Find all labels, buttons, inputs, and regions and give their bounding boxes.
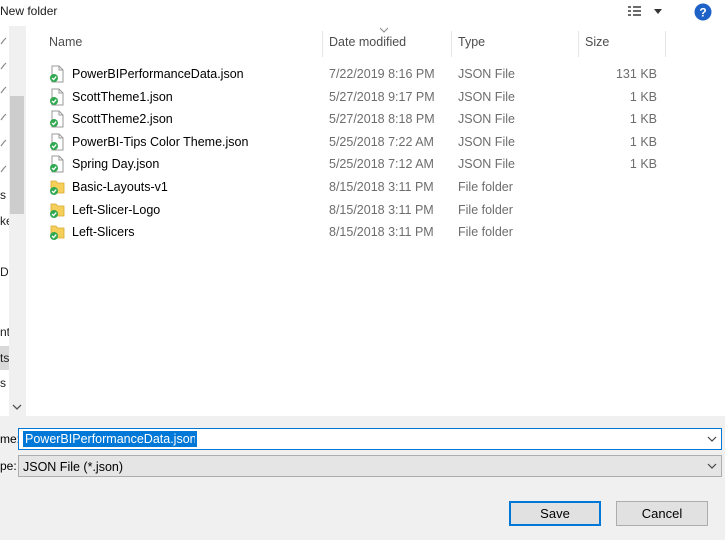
file-date-modified: 7/22/2019 8:16 PM [329,67,435,81]
file-name: Spring Day.json [72,157,160,172]
file-date-modified: 5/25/2018 7:22 AM [329,134,434,149]
nav-item[interactable]: s [0,376,6,390]
list-item[interactable]: Basic-Layouts-v1 8/15/2018 3:11 PM File fo… [44,176,684,198]
details-view-icon[interactable] [624,3,668,21]
pin-icon [0,37,7,45]
file-date-modified: 5/25/2018 7:12 AM [329,157,434,172]
file-size: 1 KB [629,134,657,149]
svg-text:?: ? [699,6,706,20]
json-file-icon [50,133,64,151]
file-date-modified: 5/27/2018 8:18 PM [329,112,435,127]
file-name: Left-Slicers [72,225,135,240]
help-icon[interactable]: ? [694,3,712,21]
nav-scrollbar[interactable] [9,26,25,416]
file-name-combobox[interactable] [18,428,722,450]
json-file-icon [50,155,64,173]
file-name-input[interactable] [23,431,197,447]
file-name: Basic-Layouts-v1 [72,180,168,194]
file-name: ScottTheme2.json [72,112,173,127]
list-item[interactable]: Spring Day.json 5/25/2018 7:12 AM JSON Fil… [44,153,684,175]
file-type: File folder [458,202,513,217]
file-type: JSON File [458,112,515,127]
file-type: File folder [458,225,513,240]
file-date-modified: 8/15/2018 3:11 PM [329,225,434,240]
json-file-icon [50,65,64,83]
file-size: 1 KB [629,89,657,104]
save-button[interactable]: Save [509,501,601,526]
file-type: JSON File [458,89,515,104]
column-header-size[interactable]: Size [580,31,666,57]
nav-scrollbar-thumb[interactable] [10,96,24,214]
file-name: PowerBIPerformanceData.json [72,67,244,81]
file-name-label: me: [0,432,21,446]
file-type: JSON File [458,134,515,149]
folder-icon [50,203,65,218]
file-size: 131 KB [615,67,657,81]
pin-icon [0,165,7,173]
column-header-name[interactable]: Name [44,31,323,57]
file-type: JSON File [458,67,515,81]
folder-icon [50,180,65,195]
list-item[interactable]: PowerBIPerformanceData.json 7/22/2019 8:1… [44,63,684,85]
chevron-down-icon[interactable] [707,435,717,443]
file-date-modified: 8/15/2018 3:11 PM [329,202,434,217]
save-as-type-label: pe: [0,459,17,473]
json-file-icon [50,110,64,128]
file-name: Left-Slicer-Logo [72,202,161,217]
file-type: JSON File [458,157,515,172]
new-folder-button[interactable]: New folder [0,4,57,18]
file-date-modified: 8/15/2018 3:11 PM [329,180,434,194]
file-name: ScottTheme1.json [72,89,173,104]
nav-item[interactable]: s [0,188,6,202]
scroll-down-icon[interactable] [9,399,25,415]
nav-item[interactable]: ts [0,351,9,365]
save-as-type-select[interactable]: JSON File (*.json) [18,455,722,477]
file-size: 1 KB [629,157,657,172]
folder-icon [50,225,65,241]
file-type: File folder [458,180,513,194]
save-as-type-value: JSON File (*.json) [23,460,124,474]
list-item[interactable]: Left-Slicer-Logo 8/15/2018 3:11 PM File fo… [44,199,684,221]
file-name: PowerBI-Tips Color Theme.json [72,134,249,149]
list-item[interactable]: ScottTheme1.json 5/27/2018 9:17 PM JSON Fi… [44,86,684,108]
pin-icon [0,62,7,70]
pin-icon [0,113,7,121]
list-item[interactable]: ScottTheme2.json 5/27/2018 8:18 PM JSON Fi… [44,108,684,130]
list-item[interactable]: PowerBI-Tips Color Theme.json 5/25/2018 7… [44,131,684,153]
cancel-button[interactable]: Cancel [616,501,708,526]
list-item[interactable]: Left-Slicers 8/15/2018 3:11 PM File folder [44,221,684,243]
column-header-type[interactable]: Type [453,31,579,57]
chevron-down-icon[interactable] [707,462,717,470]
column-header-date-modified[interactable]: Date modified [324,31,452,57]
file-size: 1 KB [629,112,657,127]
pin-icon [0,139,7,147]
file-date-modified: 5/27/2018 9:17 PM [329,89,435,104]
pin-icon [0,86,7,94]
json-file-icon [50,88,64,106]
toolbar: New folder ? [0,0,725,26]
